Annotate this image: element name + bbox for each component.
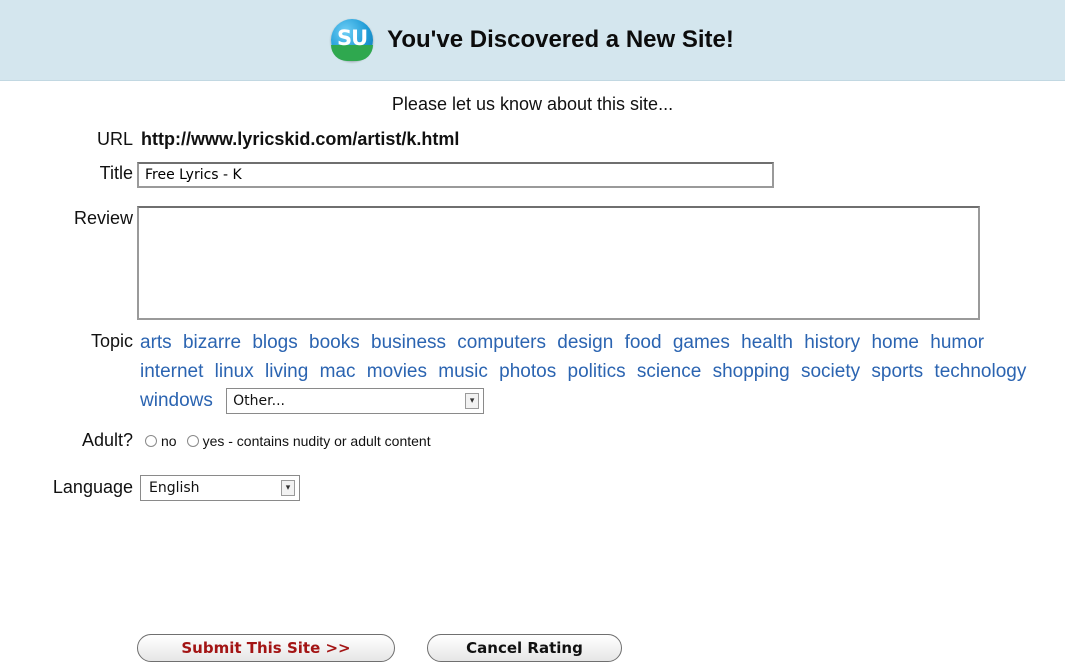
header-banner: SU You've Discovered a New Site! [0,0,1065,81]
title-input[interactable] [137,162,774,188]
topic-link-design[interactable]: design [557,332,613,353]
topic-link-shopping[interactable]: shopping [713,361,790,382]
page-title: You've Discovered a New Site! [387,26,734,53]
topic-link-mac[interactable]: mac [320,361,356,382]
adult-no-label: no [161,433,177,449]
topic-link-science[interactable]: science [637,361,701,382]
url-value: http://www.lyricskid.com/artist/k.html [141,129,460,149]
topic-link-sports[interactable]: sports [871,361,923,382]
dropdown-arrow-icon: ▾ [281,480,295,496]
topic-link-business[interactable]: business [371,332,446,353]
title-label: Title [99,163,133,183]
review-textarea[interactable] [137,206,980,320]
stumbleupon-logo-icon: SU [331,19,374,61]
topic-link-windows[interactable]: windows [140,390,213,411]
topic-link-computers[interactable]: computers [457,332,546,353]
subtitle: Please let us know about this site... [391,94,674,114]
topic-link-music[interactable]: music [438,361,488,382]
review-label: Review [73,208,133,228]
adult-radio-group: no yes - contains nudity or adult conten… [145,433,441,449]
topic-link-movies[interactable]: movies [367,361,427,382]
topic-link-politics[interactable]: politics [568,361,626,382]
topic-link-internet[interactable]: internet [140,361,203,382]
topic-link-home[interactable]: home [871,332,919,353]
topic-link-bizarre[interactable]: bizarre [183,332,241,353]
topic-link-games[interactable]: games [673,332,730,353]
adult-no-radio[interactable] [145,435,157,447]
topic-link-food[interactable]: food [625,332,662,353]
topic-link-living[interactable]: living [265,361,308,382]
url-label: URL [96,129,133,149]
topic-other-select[interactable]: Other... ▾ [226,387,485,414]
topic-link-linux[interactable]: linux [215,361,254,382]
topic-link-health[interactable]: health [741,332,793,353]
dropdown-arrow-icon: ▾ [465,392,480,409]
language-label: Language [52,477,133,497]
cancel-rating-button[interactable]: Cancel Rating [427,634,622,662]
language-selected: English [149,480,200,496]
topic-link-history[interactable]: history [804,332,860,353]
adult-label: Adult? [81,430,133,450]
language-select[interactable]: English ▾ [140,475,300,501]
topic-other-selected: Other... [233,392,285,409]
topic-link-technology[interactable]: technology [934,361,1026,382]
topic-link-books[interactable]: books [309,332,360,353]
adult-yes-label: yes - contains nudity or adult content [202,433,431,449]
topic-label: Topic [90,331,133,351]
topic-link-society[interactable]: society [801,361,860,382]
adult-yes-radio[interactable] [186,435,199,447]
topic-link-humor[interactable]: humor [930,332,984,353]
topic-link-arts[interactable]: arts [140,332,172,353]
submit-site-button[interactable]: Submit This Site >> [137,634,395,662]
topic-list: arts bizarre blogs books business comput… [140,328,1060,415]
logo-text: SU [337,26,368,50]
topic-link-photos[interactable]: photos [499,361,556,382]
topic-link-blogs[interactable]: blogs [252,332,297,353]
